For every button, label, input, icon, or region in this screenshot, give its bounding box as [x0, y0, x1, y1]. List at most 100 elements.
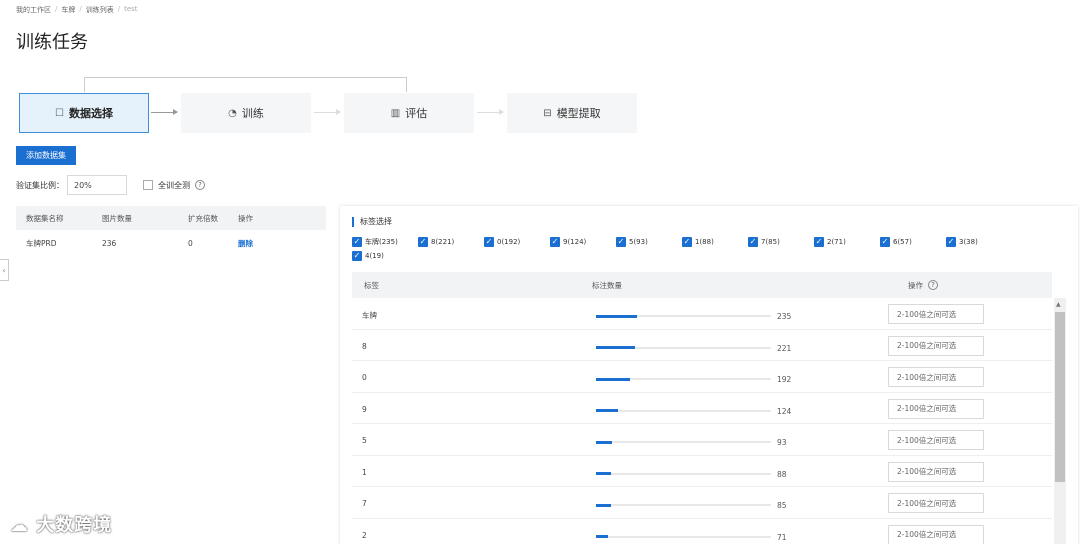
validation-ratio-row: 验证集比例： 20% 全训全测 ? — [16, 175, 205, 195]
checkbox-checked-icon[interactable]: ✓ — [880, 237, 890, 247]
scrollbar-thumb[interactable] — [1055, 312, 1065, 482]
full-train-option: 全训全测 ? — [143, 180, 205, 191]
checkbox-checked-icon[interactable]: ✓ — [616, 237, 626, 247]
multiplier-input[interactable]: 2-100倍之间可选 — [888, 461, 984, 482]
collapse-tab[interactable]: ‹ — [0, 259, 9, 281]
column-header: 数据集名称 — [26, 213, 64, 223]
tag-label: 0(192) — [497, 238, 521, 246]
tag-checkbox[interactable]: ✓ 3(38) — [946, 237, 978, 247]
checkbox-checked-icon[interactable]: ✓ — [682, 237, 692, 247]
tag-checkbox[interactable]: ✓ 0(192) — [484, 237, 520, 247]
step-arrow — [151, 109, 178, 115]
label-count: 235 — [777, 312, 792, 321]
count-progress-bar — [596, 472, 771, 475]
tag-checkbox[interactable]: ✓ 1(88) — [682, 237, 714, 247]
step-data-select[interactable]: ☐ 数据选择 — [19, 93, 149, 133]
full-train-checkbox[interactable] — [143, 180, 153, 190]
tag-label: 1(88) — [695, 238, 714, 246]
checkbox-checked-icon[interactable]: ✓ — [418, 237, 428, 247]
table-row: 5 93 2-100倍之间可选 — [352, 424, 1052, 456]
tag-checkbox[interactable]: ✓ 7(85) — [748, 237, 780, 247]
tag-checkbox[interactable]: ✓ 9(124) — [550, 237, 586, 247]
chevron-left-icon: ‹ — [2, 265, 6, 275]
label-selection-panel: 标签选择 ✓ 车牌(235) ✓ 8(221) ✓ 0(192) ✓ 9(124) ✓ 5(93)… — [340, 206, 1078, 544]
count-progress-fill — [596, 346, 635, 349]
training-task-page: 我的工作区 / 车牌 / 训练列表 / test 训练任务 ☐ 数据选择 ◔ 训… — [0, 0, 1080, 544]
count-progress-fill — [596, 377, 630, 381]
multiplier-input[interactable]: 2-100倍之间可选 — [888, 335, 984, 356]
tag-checkbox[interactable]: ✓ 2(71) — [814, 237, 846, 247]
tag-label: 8(221) — [431, 238, 455, 246]
validation-ratio-label: 验证集比例： — [16, 180, 64, 190]
count-progress-bar — [596, 409, 771, 412]
step-evaluate[interactable]: ▥ 评估 — [344, 93, 474, 133]
checkbox-checked-icon[interactable]: ✓ — [352, 237, 362, 247]
column-header: 扩充倍数 — [188, 213, 218, 223]
step-label: 训练 — [241, 107, 264, 120]
count-progress-bar — [596, 440, 771, 444]
breadcrumb-training-list[interactable]: 训练列表 — [86, 5, 114, 15]
count-progress-fill — [596, 503, 611, 507]
checkbox-checked-icon[interactable]: ✓ — [946, 237, 956, 247]
count-progress-fill — [596, 472, 612, 475]
breadcrumb-project[interactable]: 车牌 — [61, 5, 75, 15]
multiplier-input[interactable]: 2-100倍之间可选 — [888, 430, 984, 450]
step-model-extract[interactable]: ⊟ 模型提取 — [507, 93, 637, 133]
help-icon[interactable]: ? — [195, 180, 205, 190]
label-name: 0 — [362, 373, 367, 382]
panel-title: 标签选择 — [352, 216, 392, 227]
tag-label: 6(57) — [893, 238, 912, 246]
tag-label: 2(71) — [827, 238, 846, 246]
column-header: 操作 — [908, 280, 923, 290]
table-row: 1 88 2-100倍之间可选 — [352, 456, 1052, 487]
add-dataset-button[interactable]: 添加数据集 — [16, 146, 76, 165]
checkbox-checked-icon[interactable]: ✓ — [814, 237, 824, 247]
checkbox-checked-icon[interactable]: ✓ — [550, 237, 560, 247]
checkbox-checked-icon[interactable]: ✓ — [352, 251, 362, 261]
augment-multiplier: 0 — [188, 238, 193, 248]
label-name: 1 — [362, 467, 367, 477]
chart-icon: ▥ — [390, 107, 401, 119]
tag-label: 3(38) — [959, 238, 978, 246]
breadcrumb-separator: / — [117, 5, 121, 13]
delete-link[interactable]: 删除 — [238, 238, 318, 249]
breadcrumb: 我的工作区 / 车牌 / 训练列表 / test — [16, 5, 138, 15]
scroll-up-icon[interactable]: ▲ — [1056, 301, 1061, 308]
tag-checkbox[interactable]: ✓ 车牌(235) — [352, 237, 398, 247]
vertical-scrollbar[interactable]: ▲ — [1054, 298, 1066, 544]
step-train[interactable]: ◔ 训练 — [181, 93, 311, 133]
breadcrumb-current: test — [124, 5, 138, 13]
table-row: 7 85 2-100倍之间可选 — [352, 487, 1052, 519]
multiplier-input[interactable]: 2-100倍之间可选 — [888, 367, 984, 387]
column-header: 图片数量 — [102, 213, 132, 223]
count-progress-fill — [596, 535, 609, 538]
tag-checkbox[interactable]: ✓ 6(57) — [880, 237, 912, 247]
step-arrow — [314, 109, 341, 115]
checkbox-checked-icon[interactable]: ✓ — [748, 237, 758, 247]
label-table-body: 车牌 235 2-100倍之间可选 8 221 2-100倍之间可选 0 192 2-100倍之… — [352, 298, 1052, 544]
help-icon[interactable]: ? — [928, 280, 938, 290]
column-header: 标注数量 — [592, 280, 622, 290]
label-count: 71 — [777, 532, 787, 542]
checkbox-checked-icon[interactable]: ✓ — [484, 237, 494, 247]
full-train-label: 全训全测 — [158, 180, 190, 190]
panel-title-text: 标签选择 — [360, 217, 392, 226]
multiplier-input[interactable]: 2-100倍之间可选 — [888, 493, 984, 513]
table-row: 8 221 2-100倍之间可选 — [352, 330, 1052, 361]
extract-icon: ⊟ — [543, 107, 552, 119]
tag-checkbox[interactable]: ✓ 4(19) — [352, 251, 384, 261]
column-header: 标签 — [364, 280, 379, 290]
validation-ratio-input[interactable]: 20% — [67, 175, 127, 195]
label-name: 8 — [362, 341, 367, 351]
step-label: 模型提取 — [556, 107, 601, 120]
tag-checkbox[interactable]: ✓ 8(221) — [418, 237, 454, 247]
page-title: 训练任务 — [16, 32, 88, 53]
multiplier-input[interactable]: 2-100倍之间可选 — [888, 398, 984, 419]
label-name: 7 — [362, 499, 367, 508]
tag-label: 车牌(235) — [365, 238, 398, 246]
count-progress-fill — [596, 440, 613, 444]
tag-checkbox[interactable]: ✓ 5(93) — [616, 237, 648, 247]
breadcrumb-workspace[interactable]: 我的工作区 — [16, 5, 51, 15]
multiplier-input[interactable]: 2-100倍之间可选 — [888, 524, 984, 544]
multiplier-input[interactable]: 2-100倍之间可选 — [888, 304, 984, 324]
